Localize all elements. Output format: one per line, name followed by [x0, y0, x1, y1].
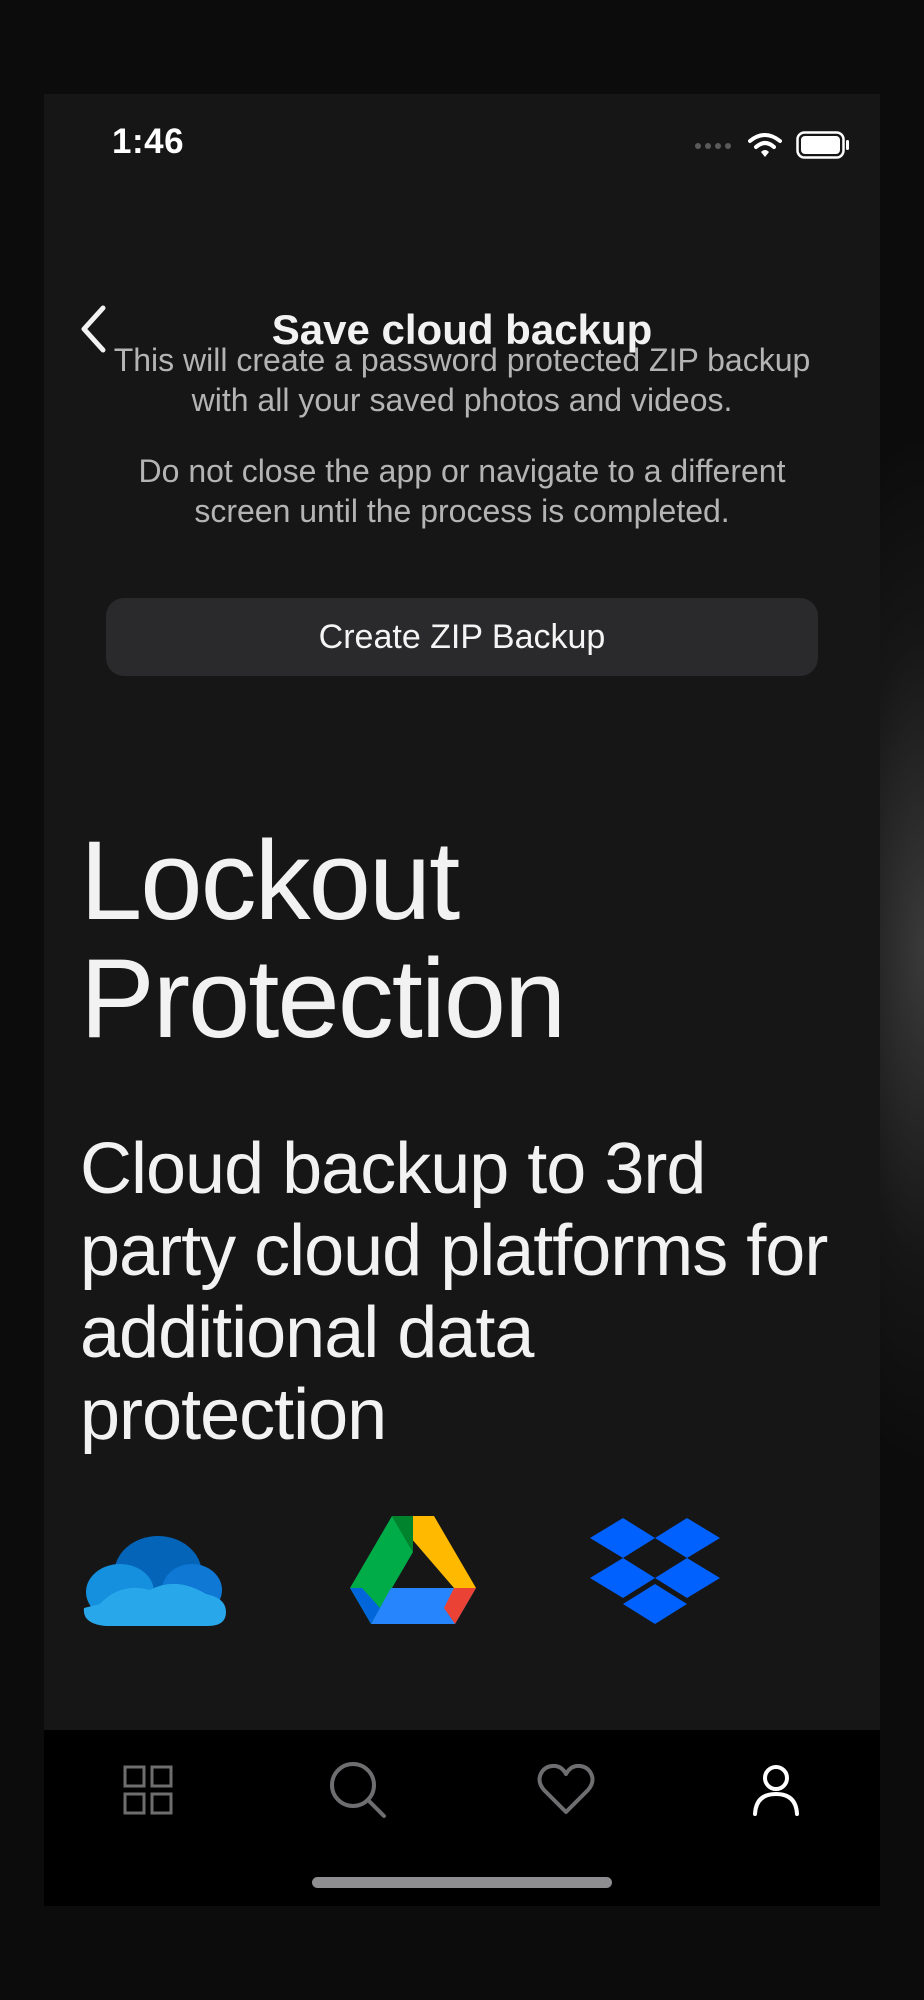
wifi-icon: [748, 133, 782, 157]
cloud-provider-logos: [44, 1514, 880, 1634]
dropbox-logo: [590, 1518, 720, 1624]
headline: Lockout Protection: [80, 818, 566, 1061]
tab-gallery[interactable]: [108, 1750, 188, 1830]
backup-description: This will create a password protected ZI…: [113, 342, 811, 418]
battery-icon: [796, 131, 849, 159]
person-icon: [753, 1765, 799, 1816]
cellular-signal-icon: [695, 143, 731, 149]
google-drive-logo: [350, 1516, 476, 1624]
tab-bar: [44, 1730, 880, 1906]
subheadline: Cloud backup to 3rd party cloud platform…: [80, 1129, 828, 1455]
tab-favorites[interactable]: [526, 1750, 606, 1830]
onedrive-logo: [83, 1536, 226, 1626]
status-icons: [694, 130, 850, 160]
phone-screen: 1:46 Save cloud backup This will create …: [44, 94, 880, 1906]
grid-icon: [123, 1765, 173, 1815]
tab-profile[interactable]: [736, 1750, 816, 1830]
status-time: 1:46: [112, 122, 185, 161]
search-icon: [330, 1762, 386, 1818]
heart-icon: [537, 1764, 595, 1814]
create-zip-backup-button[interactable]: Create ZIP Backup: [106, 598, 818, 676]
tab-search[interactable]: [318, 1750, 398, 1830]
status-bar: 1:46: [44, 94, 880, 214]
backup-warning: Do not close the app or navigate to a di…: [138, 453, 786, 529]
home-indicator: [312, 1877, 612, 1888]
